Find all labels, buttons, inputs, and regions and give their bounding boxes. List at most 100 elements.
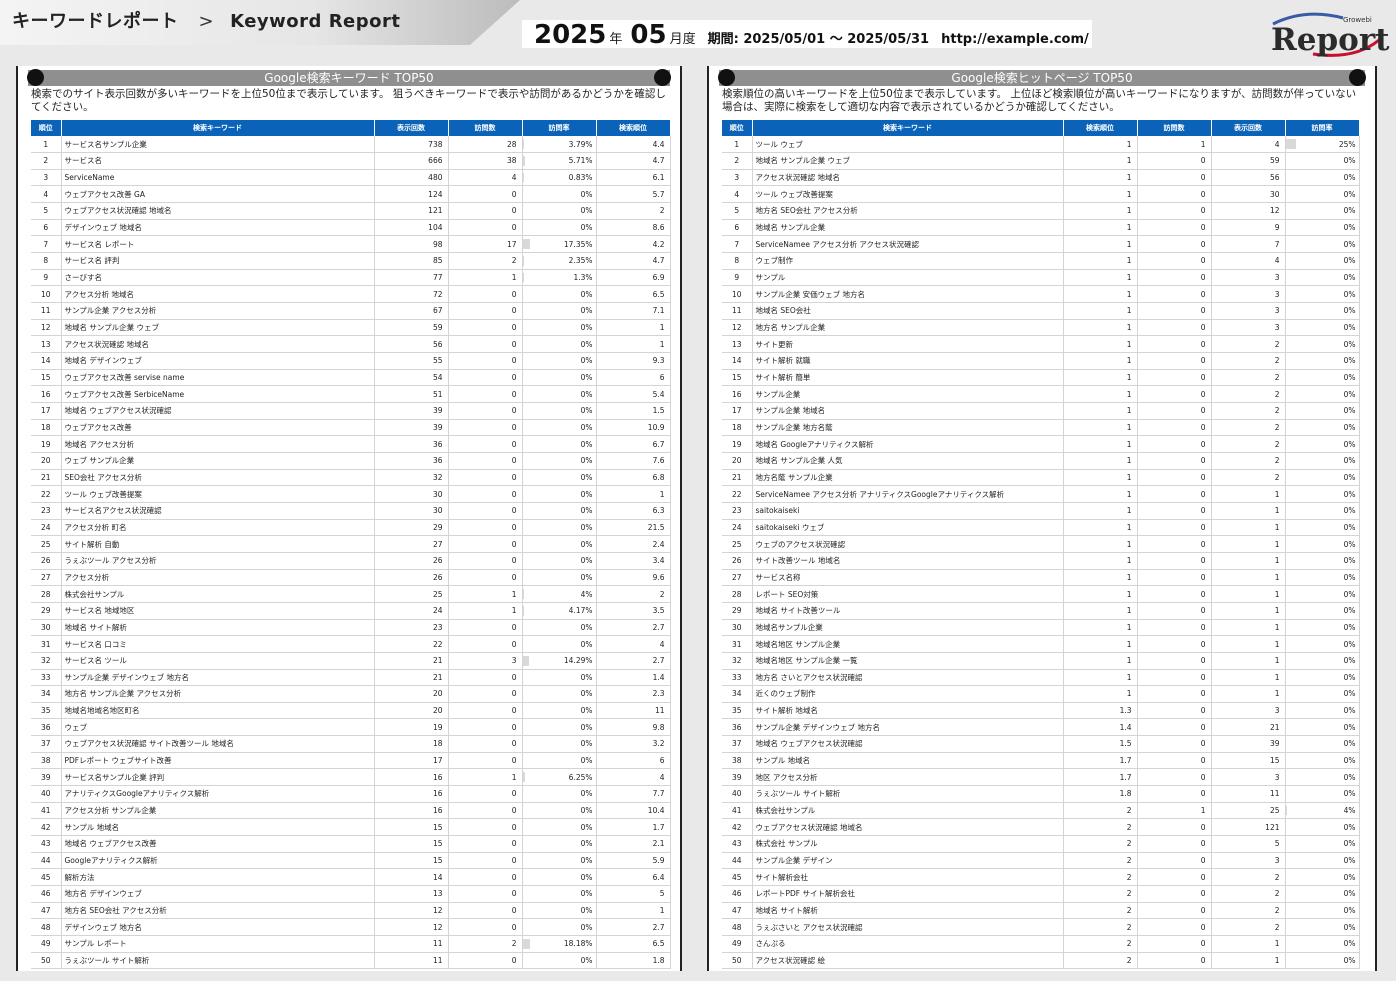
rank-cell: 12 <box>722 319 753 337</box>
value-cell: 1 <box>1063 252 1138 270</box>
rank-cell: 11 <box>722 302 753 320</box>
keyword-cell: サンプル企業 地域名 <box>752 402 1064 420</box>
rank-cell: 26 <box>722 552 753 570</box>
rate-value: 0% <box>1343 156 1356 166</box>
table-row: 33 サンプル企業 デザインウェブ 地方名 21 0 0% 1.4 <box>31 669 671 687</box>
visit-rate-cell: 0.83% <box>522 169 597 187</box>
value-cell: 0 <box>448 918 523 936</box>
value-cell: 0 <box>448 452 523 470</box>
rate-bar <box>522 239 531 250</box>
table-row: 11 地域名 SEO会社 1 0 3 0% <box>722 302 1360 320</box>
value-cell: 0 <box>1137 868 1212 887</box>
value-cell: 2 <box>448 252 523 270</box>
rank-cell: 15 <box>31 369 62 387</box>
value-cell: 6.4 <box>596 868 671 887</box>
table-row: 12 地域名 サンプル企業 ウェブ 59 0 0% 1 <box>31 319 671 337</box>
value-cell: 16 <box>374 768 449 787</box>
value-cell: 1 <box>1063 319 1138 337</box>
rank-cell: 17 <box>722 402 753 420</box>
value-cell: 5.9 <box>596 852 671 870</box>
visit-rate-cell: 4.17% <box>522 602 597 620</box>
rate-value: 4.17% <box>568 606 593 616</box>
value-cell: 1 <box>1211 585 1286 603</box>
value-cell: 2.7 <box>596 918 671 936</box>
rate-value: 0% <box>580 522 593 532</box>
visit-rate-cell: 0% <box>1285 319 1360 337</box>
rank-cell: 31 <box>722 635 753 653</box>
rate-value: 0% <box>580 572 593 582</box>
value-cell: 36 <box>374 435 449 453</box>
keyword-cell: 地域名 ウェブアクセス状況確認 <box>61 402 375 420</box>
value-cell: 1 <box>448 269 523 287</box>
value-cell: 121 <box>374 202 449 220</box>
table-row: 31 地域名地区 サンプル企業 1 0 1 0% <box>722 635 1360 653</box>
rank-cell: 33 <box>722 669 753 687</box>
value-cell: 5 <box>596 885 671 903</box>
table-row: 17 サンプル企業 地域名 1 0 2 0% <box>722 402 1360 420</box>
value-cell: 0 <box>1137 352 1212 370</box>
keyword-cell: ウェブアクセス改善 GA <box>61 185 375 204</box>
visit-rate-cell: 0% <box>522 335 597 354</box>
value-cell: 16 <box>374 802 449 820</box>
visit-rate-cell: 0% <box>1285 552 1360 570</box>
value-cell: 19 <box>374 718 449 737</box>
value-cell: 6 <box>596 369 671 387</box>
table-row: 3 ServiceName 480 4 0.83% 6.1 <box>31 169 671 187</box>
rate-value: 0% <box>580 406 593 416</box>
rank-cell: 19 <box>31 435 62 453</box>
value-cell: 1 <box>1063 285 1138 304</box>
visit-rate-cell: 0% <box>1285 202 1360 220</box>
table-row: 15 サイト解析 簡単 1 0 2 0% <box>722 369 1360 387</box>
column-header: 順位 <box>31 120 62 136</box>
rate-value: 0% <box>1343 389 1356 399</box>
visit-rate-cell: 0% <box>522 852 597 870</box>
visit-rate-cell: 4% <box>522 585 597 603</box>
table-row: 8 サービス名 評判 85 2 2.35% 4.7 <box>31 252 671 270</box>
value-cell: 0 <box>1137 935 1212 953</box>
value-cell: 4.4 <box>596 136 671 154</box>
table-row: 21 地方名䕃 サンプル企業 1 0 2 0% <box>722 469 1360 487</box>
value-cell: 0 <box>448 502 523 520</box>
rank-cell: 37 <box>31 735 62 753</box>
value-cell: 0 <box>448 752 523 770</box>
table-row: 48 デザインウェブ 地方名 12 0 0% 2.7 <box>31 918 671 936</box>
value-cell: 6.9 <box>596 269 671 287</box>
column-header: 検索キーワード <box>61 120 375 136</box>
value-cell: 22 <box>374 635 449 653</box>
rank-cell: 34 <box>722 685 753 703</box>
table-row: 43 地域名 ウェブアクセス改善 15 0 0% 2.1 <box>31 835 671 853</box>
value-cell: 1 <box>1211 952 1286 970</box>
value-cell: 3 <box>1211 302 1286 320</box>
rate-value: 0% <box>580 922 593 932</box>
value-cell: 30 <box>374 485 449 503</box>
rank-cell: 40 <box>722 785 753 803</box>
value-cell: 1 <box>1063 269 1138 287</box>
rank-cell: 18 <box>31 419 62 437</box>
rate-value: 0% <box>1343 239 1356 249</box>
rate-value: 0% <box>580 889 593 899</box>
keyword-cell: デザインウェブ 地域名 <box>61 219 375 237</box>
rate-value: 0% <box>580 639 593 649</box>
rate-value: 0% <box>1343 789 1356 799</box>
rank-cell: 13 <box>722 335 753 354</box>
visit-rate-cell: 0% <box>1285 385 1360 403</box>
rank-cell: 27 <box>31 569 62 587</box>
value-cell: 0 <box>448 885 523 903</box>
value-cell: 3 <box>1211 319 1286 337</box>
visit-rate-cell: 0% <box>522 219 597 237</box>
visit-rate-cell: 0% <box>522 635 597 653</box>
keyword-top50-panel: Google検索キーワード TOP50 検索でのサイト表示回数が多いキーワードを… <box>16 66 682 971</box>
table-row: 13 アクセス状況確認 地域名 56 0 0% 1 <box>31 335 671 354</box>
table-row: 19 地域名 アクセス分析 36 0 0% 6.7 <box>31 435 671 453</box>
rank-cell: 14 <box>31 352 62 370</box>
keyword-cell: saitokaiseki <box>752 502 1064 520</box>
table-row: 37 ウェブアクセス状況確認 サイト改善ツール 地域名 18 0 0% 3.2 <box>31 735 671 753</box>
keyword-cell: ServiceNamee アクセス分析 アナリティクスGoogleアナリティクス… <box>752 485 1064 503</box>
rate-value: 0% <box>1343 889 1356 899</box>
rank-cell: 16 <box>722 385 753 403</box>
rank-cell: 22 <box>31 485 62 503</box>
value-cell: 1.8 <box>1063 785 1138 803</box>
value-cell: 23 <box>374 619 449 637</box>
keyword-cell: 株式会社サンプル <box>61 585 375 603</box>
rate-value: 0% <box>580 422 593 432</box>
